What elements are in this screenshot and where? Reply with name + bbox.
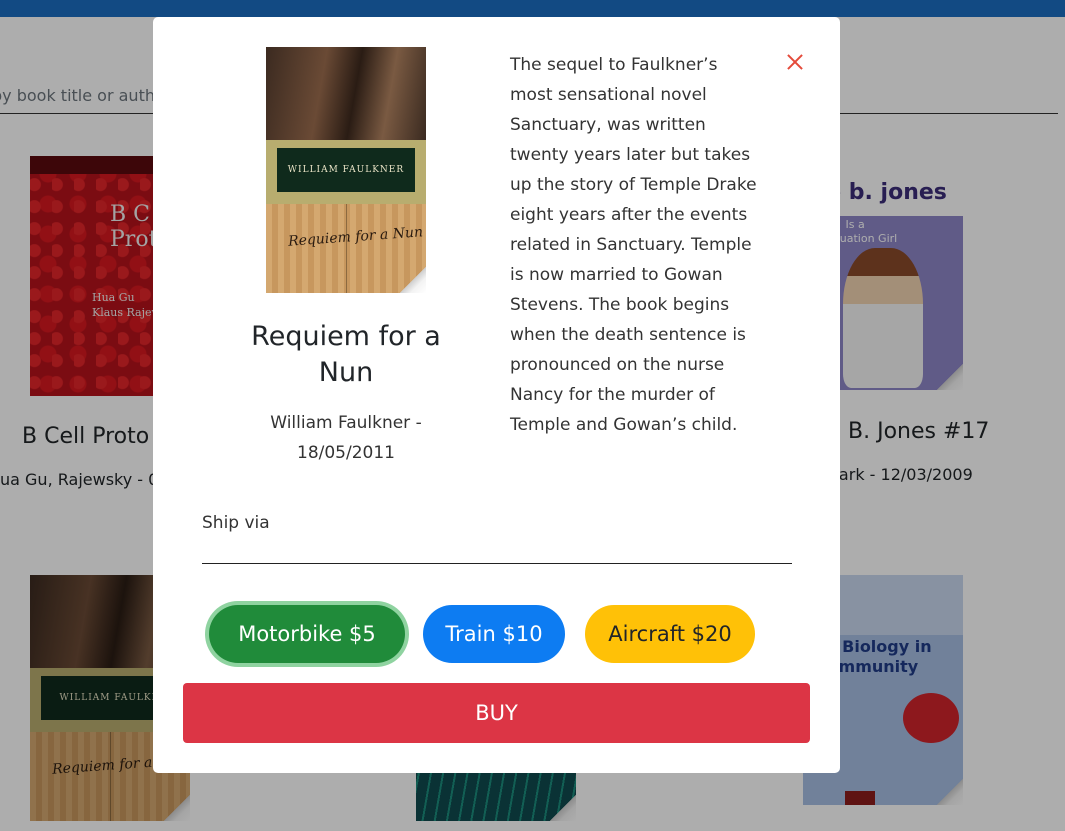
ship-via-label: Ship via	[202, 513, 270, 533]
buy-button[interactable]: BUY	[183, 683, 810, 743]
shipping-option-motorbike[interactable]: Motorbike $5	[209, 605, 405, 663]
shipping-option-train[interactable]: Train $10	[423, 605, 565, 663]
cover-seam	[346, 204, 347, 293]
cover-photo	[266, 47, 426, 141]
close-icon[interactable]	[782, 50, 808, 76]
modal-book-description: The sequel to Faulkner’s most sensationa…	[510, 55, 757, 435]
page-curl	[400, 267, 426, 293]
book-detail-modal: WILLIAM FAULKNER Requiem for a Nun Requi…	[153, 17, 840, 773]
modal-book-cover: WILLIAM FAULKNER Requiem for a Nun	[266, 47, 426, 293]
ship-via-field[interactable]: Ship via	[202, 513, 792, 564]
shipping-option-aircraft[interactable]: Aircraft $20	[585, 605, 755, 663]
modal-book-meta: William Faulkner - 18/05/2011	[270, 413, 422, 463]
modal-book-title: Requiem for a Nun	[251, 321, 441, 388]
cover-author: WILLIAM FAULKNER	[277, 147, 415, 193]
